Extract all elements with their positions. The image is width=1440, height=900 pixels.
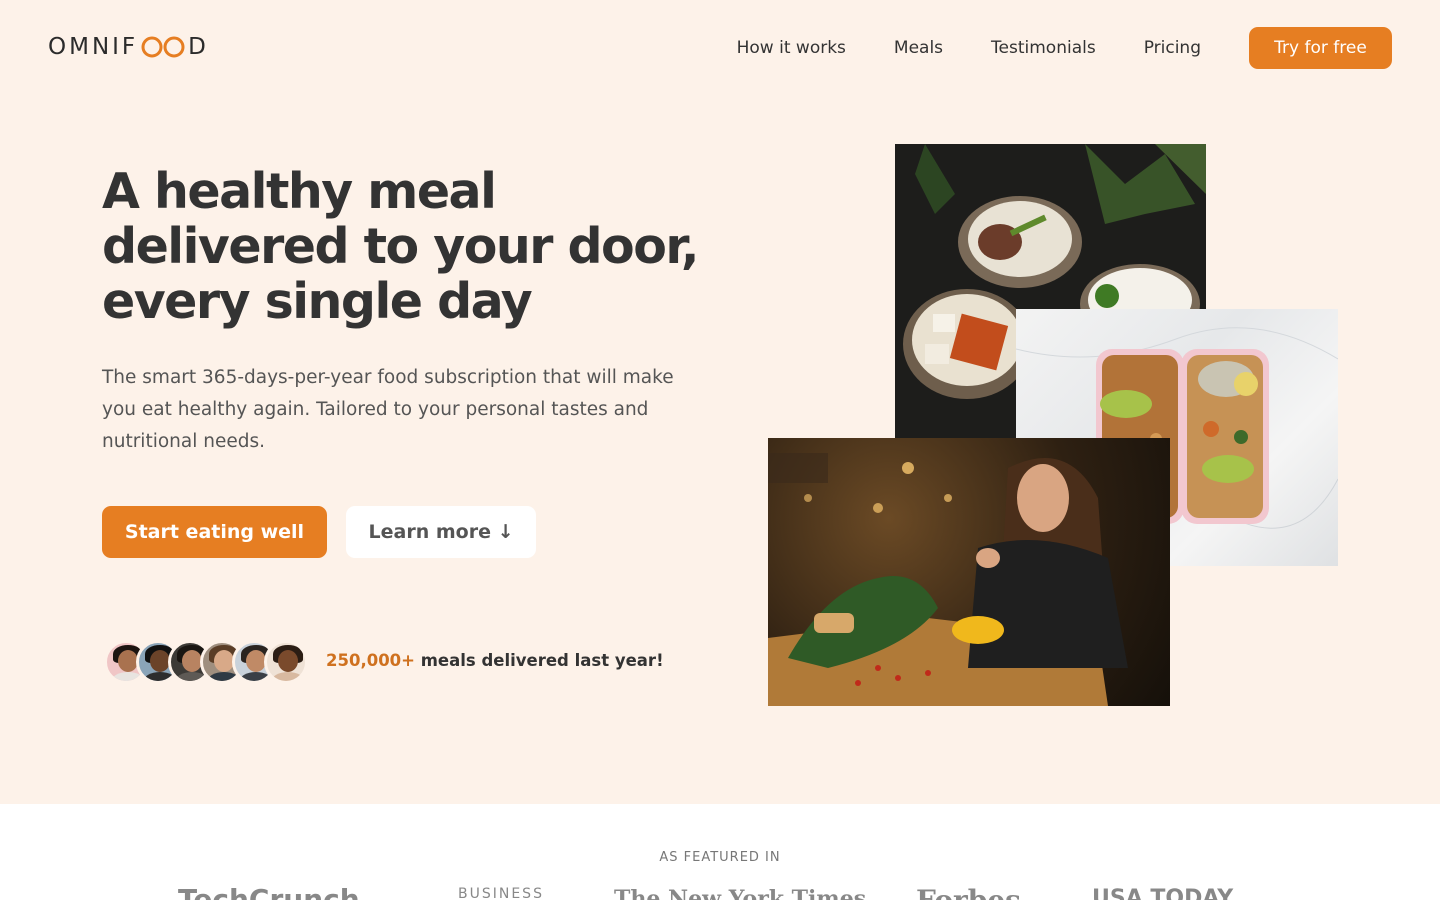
meals-delivered-text: 250,000+ meals delivered last year! xyxy=(326,651,664,670)
featured-logos: TechCrunch BUSINESS The New York Times F… xyxy=(0,886,1440,900)
nav-link-meals[interactable]: Meals xyxy=(894,38,943,58)
hero-description: The smart 365-days-per-year food subscri… xyxy=(102,367,674,452)
nav-link-testimonials[interactable]: Testimonials xyxy=(991,38,1096,58)
customer-avatars xyxy=(104,640,308,684)
start-eating-well-button[interactable]: Start eating well xyxy=(102,506,327,558)
meals-delivered-count: 250,000+ xyxy=(326,651,415,670)
featured-logo-forbes: Forbes xyxy=(916,886,1021,900)
featured-logo-business-insider: BUSINESS xyxy=(458,886,544,900)
omnifood-logo[interactable]: OMNIF D xyxy=(48,34,209,60)
hero-headline: A healthy meal delivered to your door, e… xyxy=(102,163,699,330)
logo-text-left: OMNIF xyxy=(48,34,139,60)
nav-link-pricing[interactable]: Pricing xyxy=(1144,38,1201,58)
try-for-free-button[interactable]: Try for free xyxy=(1249,27,1392,69)
featured-in-label: AS FEATURED IN xyxy=(659,850,781,865)
infinity-icon xyxy=(141,36,185,58)
learn-more-button[interactable]: Learn more ↓ xyxy=(346,506,536,558)
meals-delivered-label: meals delivered last year! xyxy=(414,651,664,670)
featured-logo-usa-today: USA TODAY xyxy=(1092,886,1234,900)
main-nav: How it works Meals Testimonials Pricing … xyxy=(737,27,1392,69)
featured-logo-nyt: The New York Times xyxy=(614,886,867,900)
logo-text-right: D xyxy=(188,34,209,60)
woman-eating-photo xyxy=(768,438,1170,706)
nav-link-how-it-works[interactable]: How it works xyxy=(737,38,846,58)
featured-logo-techcrunch: TechCrunch xyxy=(178,886,360,900)
customer-avatar-6 xyxy=(264,640,308,684)
